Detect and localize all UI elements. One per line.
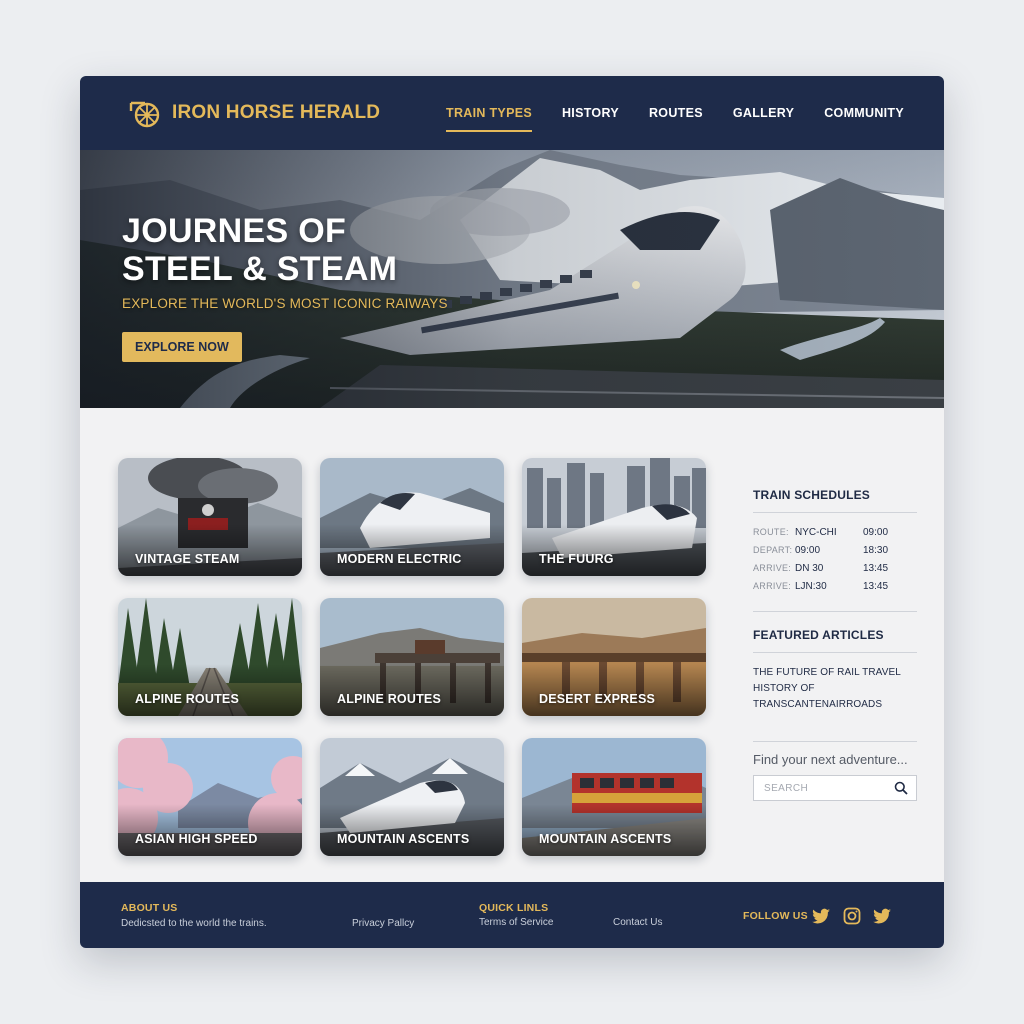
schedule-row: ROUTE: NYC-CHI 09:00 bbox=[753, 523, 917, 541]
follow-heading: FOLLOW US bbox=[743, 910, 808, 922]
schedule-key: ROUTE: bbox=[753, 527, 789, 537]
card-alpine-routes-forest[interactable]: ALPINE ROUTES bbox=[118, 598, 302, 716]
train-type-grid: VINTAGE STEAM MODERN ELECTRIC THE FUURG … bbox=[118, 458, 710, 856]
card-label: MODERN ELECTRIC bbox=[337, 552, 462, 566]
schedule-value: DN 30 bbox=[795, 562, 824, 574]
twitter-icon[interactable] bbox=[872, 906, 892, 926]
schedule-time: 13:45 bbox=[863, 580, 889, 592]
search-input[interactable] bbox=[764, 782, 874, 794]
about-heading: ABOUT US bbox=[121, 902, 178, 914]
divider bbox=[753, 512, 917, 513]
card-shade bbox=[118, 804, 302, 856]
card-shade bbox=[522, 804, 706, 856]
schedule-time: 18:30 bbox=[863, 544, 889, 556]
site-footer: ABOUT US Dedicsted to the world the trai… bbox=[80, 882, 944, 948]
card-label: THE FUURG bbox=[539, 552, 614, 566]
brand[interactable]: IRON HORSE HERALD bbox=[128, 95, 380, 131]
card-label: ALPINE ROUTES bbox=[337, 692, 441, 706]
card-label: MOUNTAIN ASCENTS bbox=[337, 832, 470, 846]
schedule-key: ARRIVE: bbox=[753, 581, 792, 591]
card-shade bbox=[320, 524, 504, 576]
schedule-table: ROUTE: NYC-CHI 09:00 DEPART: 09:00 18:30… bbox=[753, 523, 917, 595]
instagram-icon[interactable] bbox=[842, 906, 862, 926]
articles-heading: FEATURED ARTICLES bbox=[753, 628, 884, 642]
nav-gallery[interactable]: GALLERY bbox=[733, 76, 794, 150]
schedule-value: LJN:30 bbox=[795, 580, 827, 592]
contact-link[interactable]: Contact Us bbox=[613, 917, 662, 928]
card-shade bbox=[522, 664, 706, 716]
card-label: VINTAGE STEAM bbox=[135, 552, 240, 566]
schedule-value: NYC-CHI bbox=[795, 526, 837, 538]
card-shade bbox=[118, 524, 302, 576]
nav-routes[interactable]: ROUTES bbox=[649, 76, 703, 150]
card-desert-express[interactable]: DESERT EXPRESS bbox=[522, 598, 706, 716]
search-box bbox=[753, 775, 917, 801]
search-prompt: Find your next adventure... bbox=[753, 752, 908, 767]
divider bbox=[753, 741, 917, 742]
explore-now-button[interactable]: EXPLORE NOW bbox=[122, 332, 242, 362]
card-alpine-routes-bridge[interactable]: ALPINE ROUTES bbox=[320, 598, 504, 716]
search-icon[interactable] bbox=[894, 781, 908, 795]
card-shade bbox=[118, 664, 302, 716]
about-text: Dedicsted to the world the trains. bbox=[121, 918, 267, 929]
quick-links-heading: QUICK LINLS bbox=[479, 902, 549, 914]
page-container: IRON HORSE HERALD TRAIN TYPES HISTORY RO… bbox=[80, 76, 944, 948]
schedule-time: 09:00 bbox=[863, 526, 889, 538]
card-mountain-ascents-bullet[interactable]: MOUNTAIN ASCENTS bbox=[320, 738, 504, 856]
schedule-key: DEPART: bbox=[753, 545, 793, 555]
nav-community[interactable]: COMMUNITY bbox=[824, 76, 904, 150]
site-header: IRON HORSE HERALD TRAIN TYPES HISTORY RO… bbox=[80, 76, 944, 150]
card-modern-electric[interactable]: MODERN ELECTRIC bbox=[320, 458, 504, 576]
card-shade bbox=[522, 524, 706, 576]
article-link[interactable]: THE FUTURE OF RAIL TRAVEL bbox=[753, 665, 917, 681]
card-asian-high-speed[interactable]: ASIAN HIGH SPEED bbox=[118, 738, 302, 856]
schedule-row: ARRIVE: DN 30 13:45 bbox=[753, 559, 917, 577]
card-shade bbox=[320, 804, 504, 856]
schedule-time: 13:45 bbox=[863, 562, 889, 574]
nav-history[interactable]: HISTORY bbox=[562, 76, 619, 150]
schedule-row: ARRIVE: LJN:30 13:45 bbox=[753, 577, 917, 595]
schedule-key: ARRIVE: bbox=[753, 563, 792, 573]
article-link[interactable]: HISTORY OF TRANSCANTENAIRROADS bbox=[753, 681, 917, 713]
twitter-icon[interactable] bbox=[811, 906, 831, 926]
divider bbox=[753, 652, 917, 653]
privacy-link[interactable]: Privacy Pallcy bbox=[352, 918, 414, 929]
card-vintage-steam[interactable]: VINTAGE STEAM bbox=[118, 458, 302, 576]
card-label: MOUNTAIN ASCENTS bbox=[539, 832, 672, 846]
terms-link[interactable]: Terms of Service bbox=[479, 917, 553, 928]
hero-title: JOURNES OF STEEL & STEAM bbox=[122, 212, 398, 288]
card-the-fuurg[interactable]: THE FUURG bbox=[522, 458, 706, 576]
main-nav: TRAIN TYPES HISTORY ROUTES GALLERY COMMU… bbox=[446, 76, 904, 150]
card-shade bbox=[320, 664, 504, 716]
schedule-row: DEPART: 09:00 18:30 bbox=[753, 541, 917, 559]
hero-subtitle: EXPLORE THE WORLD'S MOST ICONIC RAIWAYS bbox=[122, 296, 448, 311]
card-label: DESERT EXPRESS bbox=[539, 692, 656, 706]
card-label: ASIAN HIGH SPEED bbox=[135, 832, 258, 846]
sidebar: TRAIN SCHEDULES ROUTE: NYC-CHI 09:00 DEP… bbox=[753, 488, 917, 801]
train-wheel-icon bbox=[129, 101, 160, 128]
schedule-value: 09:00 bbox=[795, 544, 821, 556]
divider bbox=[753, 611, 917, 612]
schedules-heading: TRAIN SCHEDULES bbox=[753, 488, 871, 502]
card-mountain-ascents-red[interactable]: MOUNTAIN ASCENTS bbox=[522, 738, 706, 856]
card-label: ALPINE ROUTES bbox=[135, 692, 239, 706]
hero-banner: JOURNES OF STEEL & STEAM EXPLORE THE WOR… bbox=[80, 150, 944, 408]
brand-name: IRON HORSE HERALD bbox=[172, 102, 381, 123]
nav-train-types[interactable]: TRAIN TYPES bbox=[446, 76, 532, 150]
